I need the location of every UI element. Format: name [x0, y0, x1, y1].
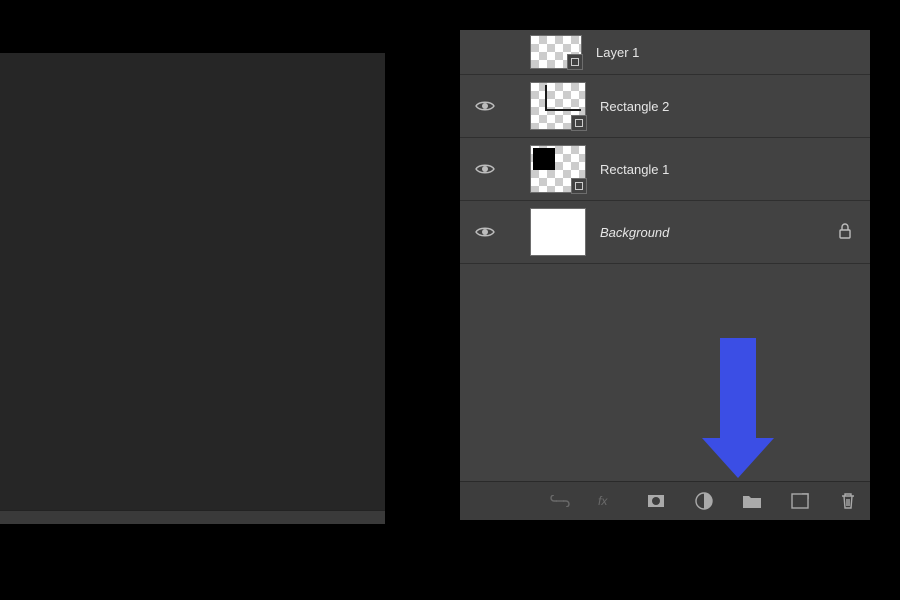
new-group-icon[interactable] [740, 489, 764, 513]
new-layer-icon[interactable] [788, 489, 812, 513]
layer-thumbnail[interactable] [530, 208, 586, 256]
visibility-eye-icon[interactable] [475, 99, 495, 113]
shape-badge-icon [571, 178, 587, 194]
canvas-horizontal-scrollbar[interactable] [0, 510, 385, 524]
lock-icon[interactable] [838, 223, 852, 242]
shape-badge-icon [571, 115, 587, 131]
layers-panel-footer: fx [460, 481, 870, 520]
link-layers-icon[interactable] [548, 489, 572, 513]
layer-thumbnail[interactable] [530, 145, 586, 193]
layer-row[interactable]: Rectangle 1 [460, 138, 870, 201]
layer-row[interactable]: Layer 1 [460, 30, 870, 75]
mask-icon[interactable] [644, 489, 668, 513]
layers-empty-area [460, 264, 870, 481]
layers-panel: Layer 1 Rectangle 2 [460, 30, 870, 520]
layer-thumbnail[interactable] [530, 82, 586, 130]
layer-thumbnail[interactable] [530, 35, 582, 69]
layer-name[interactable]: Background [600, 225, 830, 240]
layer-name[interactable]: Rectangle 2 [600, 99, 860, 114]
fx-icon[interactable]: fx [596, 489, 620, 513]
layer-name[interactable]: Rectangle 1 [600, 162, 860, 177]
layer-row[interactable]: Rectangle 2 [460, 75, 870, 138]
shape-badge-icon [567, 54, 583, 70]
visibility-eye-icon[interactable] [475, 225, 495, 239]
layer-name[interactable]: Layer 1 [596, 45, 860, 60]
adjustment-layer-icon[interactable] [692, 489, 716, 513]
svg-text:fx: fx [598, 494, 608, 508]
layer-row[interactable]: Background [460, 201, 870, 264]
canvas-area[interactable] [0, 53, 385, 523]
delete-layer-icon[interactable] [836, 489, 860, 513]
visibility-eye-icon[interactable] [475, 162, 495, 176]
layers-list: Layer 1 Rectangle 2 [460, 30, 870, 264]
